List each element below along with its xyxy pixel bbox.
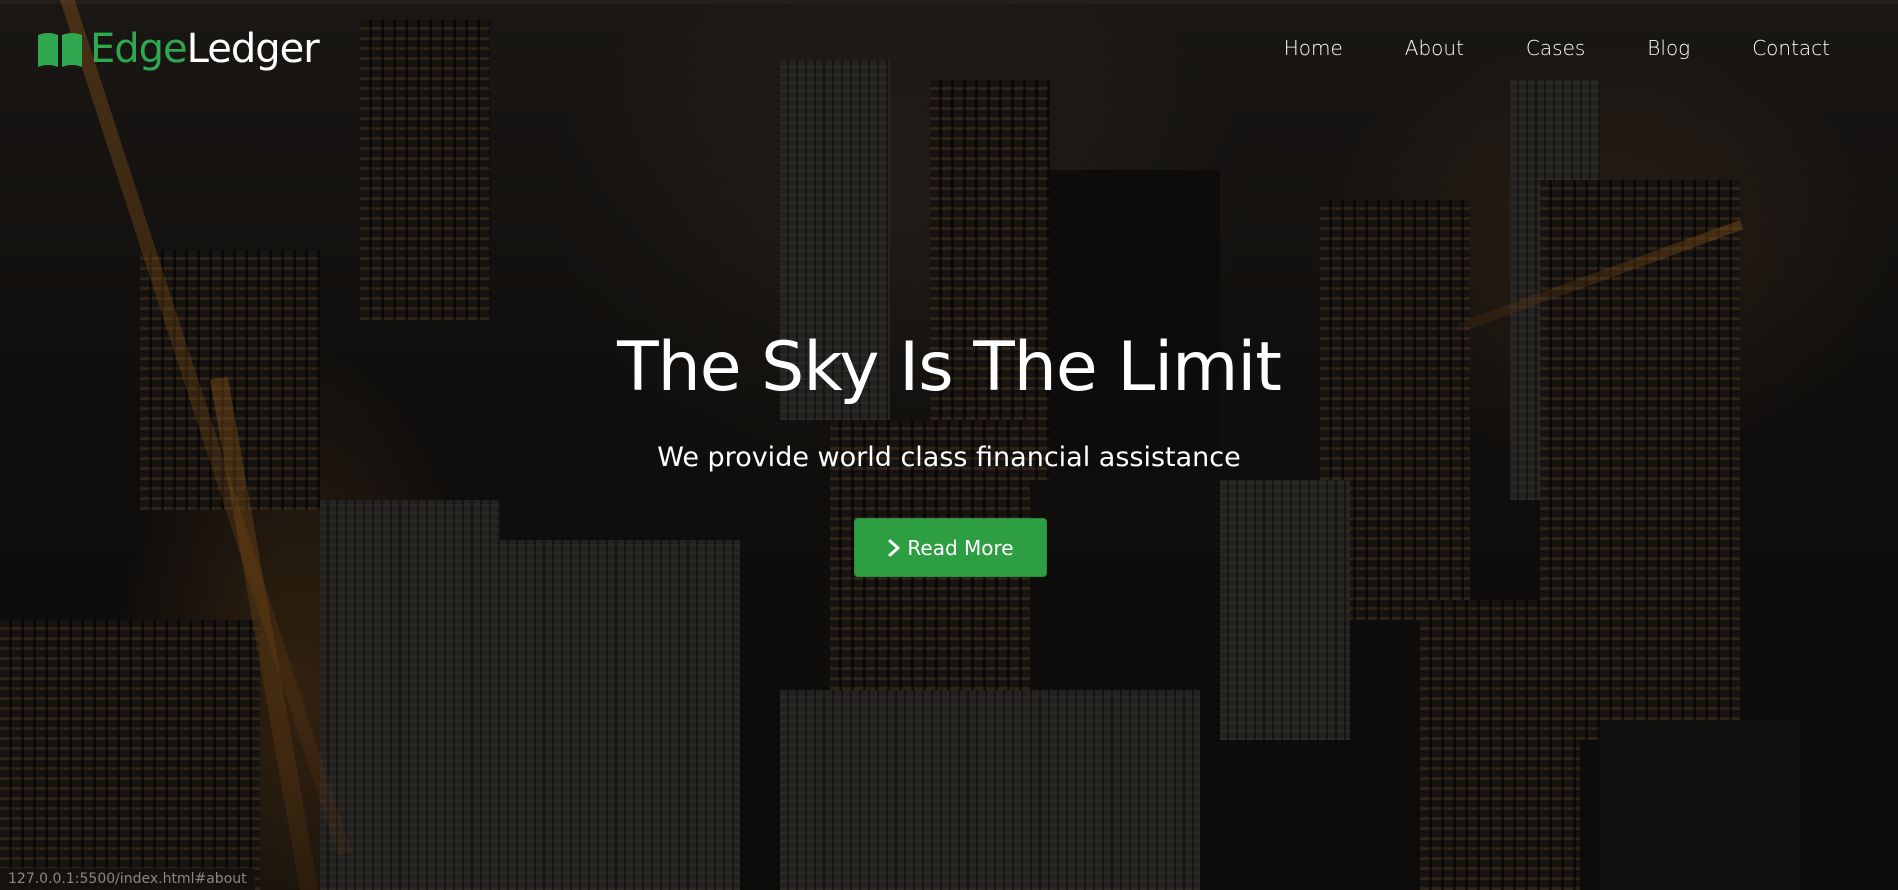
hero-title: The Sky Is The Limit <box>617 328 1282 407</box>
hero-subtitle: We provide world class financial assista… <box>657 442 1241 473</box>
open-book-icon <box>38 33 82 67</box>
top-navbar: Edge Ledger Home About Cases Blog Contact <box>0 18 1898 82</box>
read-more-button[interactable]: Read More <box>854 518 1047 577</box>
status-bar-url: 127.0.0.1:5500/index.html#about <box>0 868 255 890</box>
chevron-right-icon <box>888 539 900 556</box>
brand-logo[interactable]: Edge Ledger <box>36 24 320 74</box>
nav-blog[interactable]: Blog <box>1647 36 1690 60</box>
nav-links: Home About Cases Blog Contact <box>1222 36 1830 60</box>
nav-about[interactable]: About <box>1405 36 1464 60</box>
nav-cases[interactable]: Cases <box>1526 36 1585 60</box>
nav-contact[interactable]: Contact <box>1752 36 1830 60</box>
logo-text-edge: Edge <box>90 26 188 72</box>
nav-home[interactable]: Home <box>1284 36 1343 60</box>
read-more-label: Read More <box>907 535 1014 560</box>
logo-text-ledger: Ledger <box>186 26 320 72</box>
